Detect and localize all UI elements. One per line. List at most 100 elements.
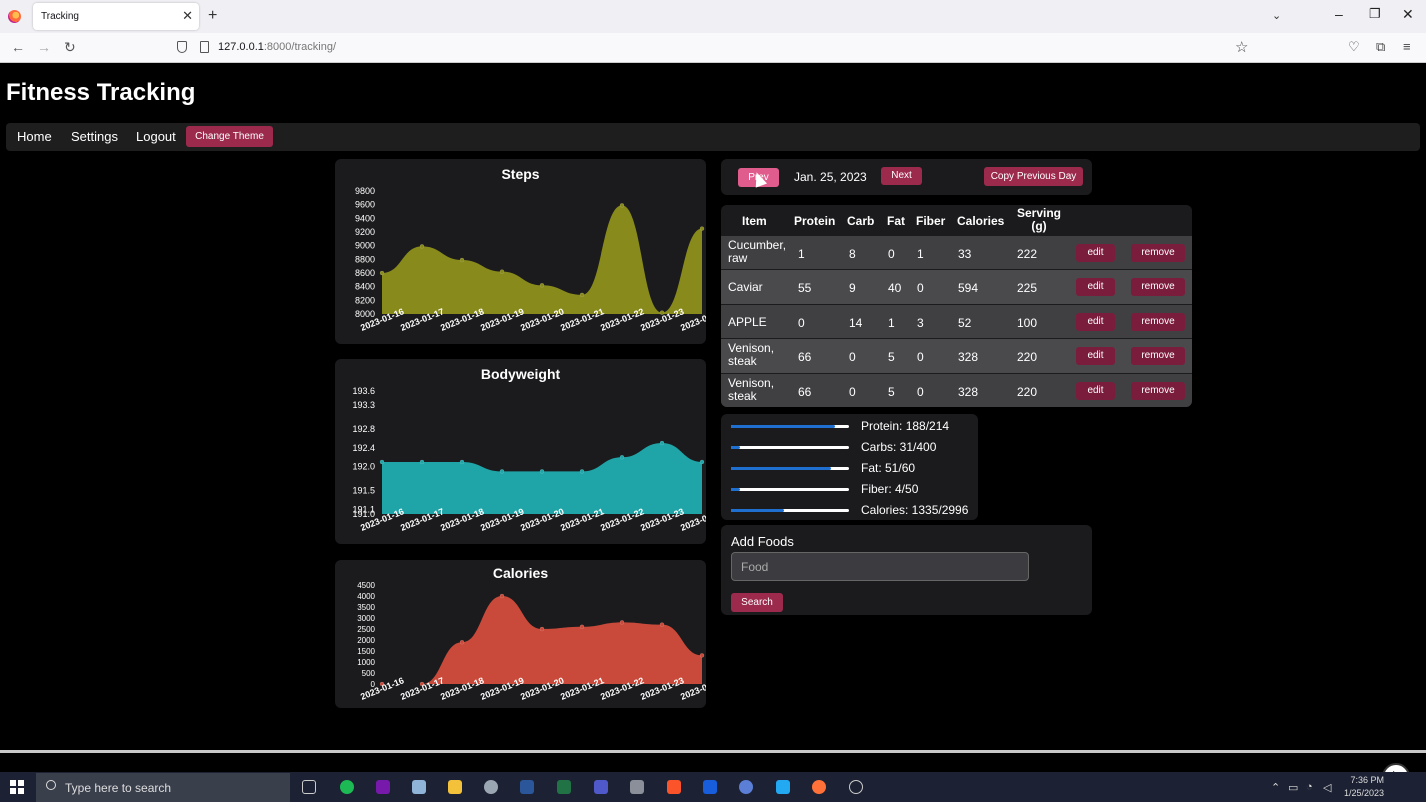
y-tick-label: 3500 — [357, 603, 375, 612]
data-point — [459, 459, 465, 465]
app-icon[interactable] — [630, 780, 644, 794]
minimize-icon[interactable]: – — [1335, 6, 1343, 22]
remove-button[interactable]: remove — [1131, 312, 1185, 331]
remove-button[interactable]: remove — [1131, 244, 1185, 262]
task-view-icon[interactable] — [302, 780, 316, 794]
menu-logout[interactable]: Logout — [136, 129, 176, 144]
app-icon[interactable] — [484, 780, 498, 794]
brave-icon[interactable] — [667, 780, 681, 794]
menu-home[interactable]: Home — [17, 129, 52, 144]
bookmark-star-icon[interactable]: ☆ — [1235, 38, 1248, 56]
page: Fitness Tracking Home Settings Logout Ch… — [0, 63, 1426, 750]
edit-button[interactable]: edit — [1076, 347, 1115, 366]
fat-value: 5 — [888, 350, 895, 365]
y-tick-label: 8600 — [355, 268, 375, 278]
fiber-value: 3 — [917, 315, 924, 330]
browser-tab[interactable]: Tracking ✕ — [33, 3, 199, 30]
y-tick-label: 192.0 — [352, 462, 375, 472]
macro-label: Fiber: 4/50 — [861, 482, 919, 496]
teams-icon[interactable] — [594, 780, 608, 794]
next-day-button[interactable]: Next — [881, 167, 922, 185]
windows-start-icon[interactable] — [10, 780, 24, 794]
col-fiber: Fiber — [916, 214, 946, 228]
table-row: Venison, steak 66 0 5 0 328 220 edit remove — [721, 372, 1192, 407]
pocket-icon[interactable]: ♡ — [1348, 39, 1360, 55]
add-foods-panel: Add Foods Search — [721, 525, 1092, 615]
data-point — [699, 226, 705, 231]
table-header: Item Protein Carb Fat Fiber Calories Ser… — [721, 205, 1192, 235]
y-tick-label: 9800 — [355, 186, 375, 196]
app-icon[interactable] — [412, 780, 426, 794]
table-row: Cucumber, raw 1 8 0 1 33 222 edit remove — [721, 235, 1192, 270]
calories-chart: 4500400035003000250020001500100050002023… — [357, 581, 706, 702]
macro-progress-bar — [731, 488, 849, 491]
menu-icon[interactable]: ≡ — [1403, 39, 1411, 54]
y-tick-label: 9400 — [355, 213, 375, 223]
firefox-taskbar-icon[interactable] — [812, 780, 826, 794]
extensions-icon[interactable]: ⧉ — [1376, 39, 1385, 55]
copy-previous-day-button[interactable]: Copy Previous Day — [984, 167, 1083, 186]
vscode-icon[interactable] — [776, 780, 790, 794]
edit-button[interactable]: edit — [1076, 244, 1115, 262]
bodyweight-chart-panel: Bodyweight 193.6 193.3 192.8 192.4 192.0 191.… — [335, 359, 706, 544]
list-tabs-icon[interactable]: ⌄ — [1272, 9, 1281, 22]
col-serving: Serving (g) — [1017, 207, 1061, 233]
protein-value: 55 — [798, 281, 812, 296]
new-tab-button[interactable]: + — [208, 7, 217, 25]
edit-button[interactable]: edit — [1076, 381, 1115, 400]
add-foods-title: Add Foods — [731, 534, 794, 549]
clock-time: 7:36 PM — [1350, 775, 1385, 785]
page-info-icon[interactable] — [200, 41, 209, 53]
address-bar[interactable]: 127.0.0.1:8000/tracking/ — [218, 41, 336, 53]
browser-nav-bar: ← → ↻ 127.0.0.1:8000/tracking/ ☆ ♡ ⧉ ≡ — [0, 33, 1426, 63]
tracking-shield-icon[interactable] — [177, 41, 187, 53]
forward-icon[interactable]: → — [37, 39, 51, 55]
change-theme-button[interactable]: Change Theme — [186, 126, 273, 147]
data-point — [579, 624, 585, 630]
excel-icon[interactable] — [557, 780, 571, 794]
volume-icon[interactable]: ◁ — [1323, 781, 1331, 794]
taskbar-search[interactable]: Type here to search — [36, 773, 290, 802]
serving-value: 100 — [1017, 315, 1038, 330]
remove-button[interactable]: remove — [1131, 347, 1185, 366]
remove-button[interactable]: remove — [1131, 278, 1185, 297]
date-navigation: Prev Jan. 25, 2023 Next Copy Previous Da… — [721, 159, 1092, 195]
taskbar-clock[interactable]: 7:36 PM 1/25/2023 — [1344, 774, 1384, 800]
y-tick-label: 192.8 — [352, 424, 375, 434]
fat-value: 40 — [888, 281, 902, 296]
series-area — [382, 205, 702, 314]
calories-value: 33 — [958, 247, 972, 261]
edit-button[interactable]: edit — [1076, 312, 1115, 331]
x-tick-label: 2023-01-16 — [359, 675, 405, 702]
fat-value: 0 — [888, 247, 895, 261]
file-explorer-icon[interactable] — [448, 780, 462, 794]
back-icon[interactable]: ← — [11, 39, 25, 55]
main-menu: Home Settings Logout Change Theme — [6, 123, 1420, 151]
word-icon[interactable] — [520, 780, 534, 794]
y-tick-label: 9200 — [355, 227, 375, 237]
macro-progress-fill — [731, 446, 741, 449]
edit-button[interactable]: edit — [1076, 278, 1115, 297]
tab-close-icon[interactable]: ✕ — [182, 8, 193, 24]
horizontal-scrollbar[interactable] — [0, 750, 1426, 753]
reload-icon[interactable]: ↻ — [64, 39, 76, 56]
app-icon[interactable] — [739, 780, 753, 794]
onenote-icon[interactable] — [376, 780, 390, 794]
network-icon[interactable]: ▭ — [1288, 781, 1298, 794]
food-search-input[interactable] — [731, 552, 1029, 581]
app-icon[interactable] — [849, 780, 863, 794]
search-button[interactable]: Search — [731, 593, 783, 612]
spotify-icon[interactable] — [340, 780, 354, 794]
restore-icon[interactable]: ❐ — [1369, 6, 1381, 22]
remove-button[interactable]: remove — [1131, 381, 1185, 400]
y-tick-label: 8800 — [355, 254, 375, 264]
tray-chevron-icon[interactable]: ⌃ — [1271, 781, 1280, 794]
data-point — [459, 639, 465, 645]
food-name: Caviar — [728, 280, 763, 295]
menu-settings[interactable]: Settings — [71, 129, 118, 144]
wifi-icon[interactable]: ◔ — [1306, 781, 1313, 793]
data-point — [499, 469, 505, 474]
bitwarden-icon[interactable] — [703, 780, 717, 794]
data-point — [539, 469, 545, 474]
window-close-icon[interactable]: ✕ — [1402, 6, 1414, 23]
